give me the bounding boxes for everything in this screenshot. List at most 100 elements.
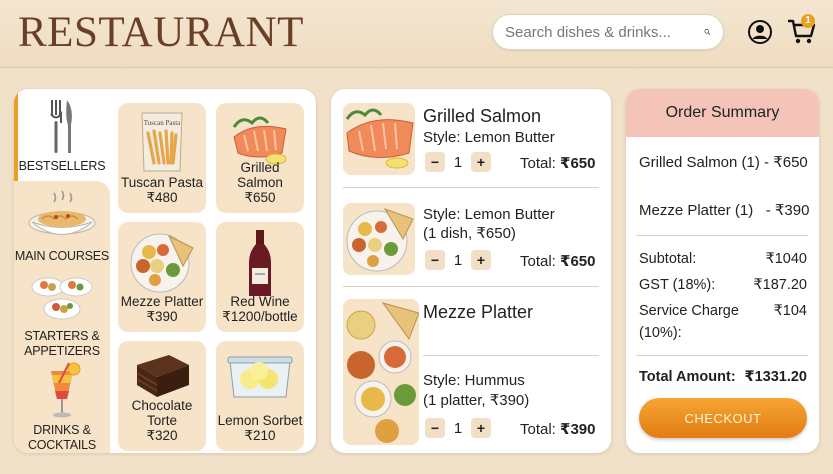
increase-quantity-button[interactable]: + (471, 418, 491, 438)
cart-item-style-detail: (1 dish, ₹650) (423, 225, 516, 242)
checkout-button[interactable]: CHECKOUT (639, 398, 807, 438)
subtotal-value: ₹1040 (765, 251, 807, 267)
user-account-icon[interactable] (747, 19, 773, 45)
chocolate-torte-icon (136, 355, 189, 397)
order-summary-panel: Order Summary Grilled Salmon (1) - ₹650 … (626, 89, 819, 453)
cart-item-style: Style: Lemon Butter (423, 129, 555, 146)
subtotal-row: Subtotal: ₹1040 (639, 251, 807, 267)
menu-panel: BESTSELLERS MAIN COURSES STARTERS & APPE… (14, 89, 316, 453)
cart-item-title: Grilled Salmon (423, 106, 542, 126)
summary-line-item: Grilled Salmon (1) - ₹650 (639, 154, 808, 171)
total-amount-value: ₹1331.20 (744, 369, 807, 385)
menu-item-name: Tuscan Pasta (120, 175, 204, 190)
menu-item-mezze-platter[interactable]: Mezze Platter ₹390 (118, 222, 206, 332)
menu-item-price: ₹320 (146, 428, 178, 443)
pasta-bag-icon: Tuscan Pasta (141, 112, 183, 172)
quantity-stepper: − 1 + (425, 152, 491, 172)
wine-bottle-icon (249, 230, 271, 296)
menu-item-red-wine[interactable]: Red Wine ₹1200/bottle (216, 222, 304, 332)
menu-item-price: ₹650 (244, 190, 276, 205)
summary-line-item: Mezze Platter (1) - ₹390 (639, 202, 810, 219)
category-starters[interactable]: STARTERS & APPETIZERS (14, 271, 110, 359)
sorbet-container-icon (227, 356, 293, 398)
total-amount-label: Total Amount: (639, 369, 736, 385)
decrease-quantity-button[interactable]: − (425, 152, 445, 172)
category-main-courses[interactable]: MAIN COURSES (14, 189, 110, 264)
menu-item-lemon-sorbet[interactable]: Lemon Sorbet ₹210 (216, 341, 304, 451)
order-summary-title: Order Summary (626, 89, 819, 137)
decrease-quantity-button[interactable]: − (425, 418, 445, 438)
cart-item-platter: Style: Lemon Butter (1 dish, ₹650) − 1 +… (343, 201, 599, 281)
menu-item-name: Grilled Salmon (237, 160, 283, 190)
menu-item-grilled-salmon[interactable]: Grilled Salmon ₹650 (216, 103, 304, 213)
divider (343, 286, 599, 287)
cart-item-style: Style: Lemon Butter (423, 206, 555, 223)
quantity-stepper: − 1 + (425, 250, 491, 270)
divider (636, 355, 808, 356)
cart-item-grilled-salmon: Grilled Salmon Style: Lemon Butter − 1 +… (343, 101, 599, 189)
restaurant-logo[interactable]: RESTAURANT (18, 8, 304, 57)
cart-count-badge: 1 (801, 14, 815, 28)
top-header: RESTAURANT 1 (0, 0, 833, 68)
cart-item-style: Style: Hummus (423, 372, 525, 389)
cart-item-thumbnail (343, 299, 419, 445)
increase-quantity-button[interactable]: + (471, 152, 491, 172)
total-value: ₹650 (560, 155, 596, 172)
mezze-platter-icon (130, 233, 194, 293)
menu-item-name: Lemon Sorbet (217, 413, 303, 428)
mezze-platter-icon (346, 208, 414, 272)
category-label: DRINKS & COCKTAILS (27, 423, 97, 452)
cart-item-total: Total: ₹390 (520, 420, 596, 438)
menu-item-name: Mezze Platter (120, 294, 204, 309)
total-amount-row: Total Amount: ₹1331.20 (639, 369, 807, 385)
quantity-value: 1 (453, 251, 463, 269)
menu-item-name: Chocolate Torte (131, 398, 193, 428)
menu-item-tuscan-pasta[interactable]: Tuscan Pasta Tuscan Pasta ₹480 (118, 103, 206, 213)
cart-item-title: Mezze Platter (423, 302, 534, 322)
cart-panel: Grilled Salmon Style: Lemon Butter − 1 +… (331, 89, 611, 453)
cart-item-thumbnail (343, 203, 415, 275)
category-sidebar: BESTSELLERS MAIN COURSES STARTERS & APPE… (14, 89, 110, 453)
fork-knife-icon (50, 100, 72, 153)
mezze-platter-icon (346, 302, 419, 443)
service-charge-label: Service Charge (639, 303, 739, 319)
quantity-stepper: − 1 + (425, 418, 491, 438)
pasta-bowl-icon (28, 190, 96, 235)
gst-label: GST (18%): (639, 277, 716, 293)
service-charge-row: Service Charge (10%): ₹104 (639, 303, 807, 343)
pasta-bag-label: Tuscan Pasta (144, 119, 181, 127)
salmon-icon (345, 108, 414, 169)
menu-item-name: Red Wine (230, 294, 290, 309)
divider (423, 355, 599, 356)
gst-row: GST (18%): ₹187.20 (639, 277, 807, 293)
category-label: STARTERS & APPETIZERS (24, 329, 100, 358)
increase-quantity-button[interactable]: + (471, 250, 491, 270)
quantity-value: 1 (453, 153, 463, 171)
menu-item-price: ₹480 (146, 190, 178, 205)
decrease-quantity-button[interactable]: − (425, 250, 445, 270)
gst-value: ₹187.20 (753, 277, 807, 293)
search-input[interactable] (505, 23, 704, 41)
divider (636, 235, 808, 236)
service-charge-label-percent: (10%): (639, 325, 682, 341)
cart-item-style-detail: (1 platter, ₹390) (423, 392, 530, 409)
search-icon[interactable] (704, 23, 711, 41)
divider (343, 187, 599, 188)
cart-item-total: Total: ₹650 (520, 154, 596, 172)
quantity-value: 1 (453, 419, 463, 437)
search-bar[interactable] (492, 14, 724, 50)
total-label: Total: (520, 421, 556, 438)
subtotal-label: Subtotal: (639, 251, 697, 267)
cart-item-thumbnail (343, 103, 415, 175)
cocktail-icon (51, 362, 81, 418)
total-label: Total: (520, 155, 556, 172)
service-charge-value: ₹104 (773, 303, 807, 319)
menu-item-chocolate-torte[interactable]: Chocolate Torte ₹320 (118, 341, 206, 451)
category-bestsellers[interactable]: BESTSELLERS (14, 97, 110, 174)
total-label: Total: (520, 253, 556, 270)
menu-item-price: ₹1200/bottle (222, 309, 298, 324)
cart-item-total: Total: ₹650 (520, 252, 596, 270)
category-drinks[interactable]: DRINKS & COCKTAILS (14, 361, 110, 453)
menu-item-price: ₹210 (244, 428, 276, 443)
cart-item-mezze-platter: Mezze Platter Style: Hummus (1 platter, … (343, 297, 599, 447)
